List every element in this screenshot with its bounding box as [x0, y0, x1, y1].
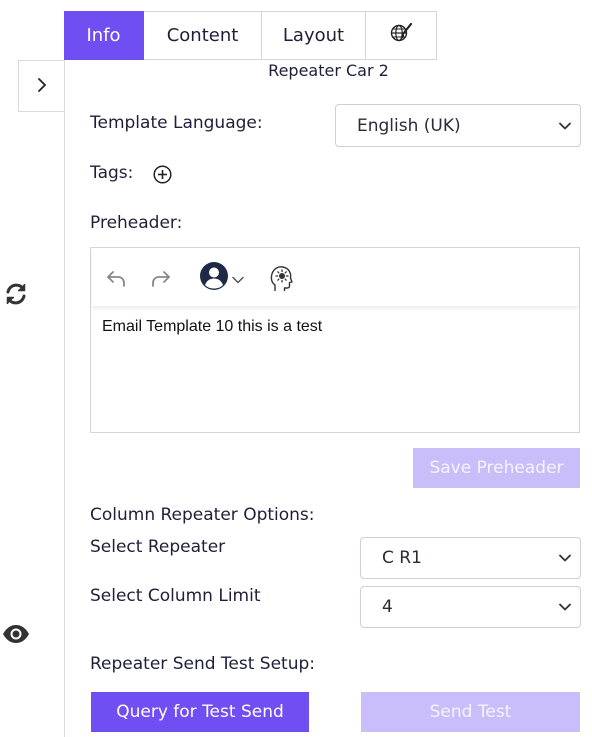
template-language-select[interactable]: English (UK) — [335, 104, 581, 147]
undo-icon[interactable] — [104, 266, 128, 290]
save-preheader-button[interactable]: Save Preheader — [413, 448, 580, 488]
repeater-send-test-setup-label: Repeater Send Test Setup: — [90, 654, 316, 674]
send-test-button[interactable]: Send Test — [361, 692, 580, 732]
info-panel: Repeater Car 2 Template Language: Englis… — [65, 60, 592, 737]
tab-layout[interactable]: Layout — [262, 11, 366, 60]
chevron-right-icon — [37, 77, 47, 96]
preheader-text[interactable]: Email Template 10 this is a test — [102, 318, 322, 336]
tab-info[interactable]: Info — [64, 11, 144, 60]
editor-tabs: Info Content Layout — [64, 11, 437, 60]
expand-panel-button[interactable] — [18, 60, 64, 112]
preheader-label: Preheader: — [90, 213, 183, 233]
template-language-value: English (UK) — [357, 115, 461, 136]
eye-icon[interactable] — [2, 620, 30, 648]
preheader-toolbar — [92, 249, 578, 306]
redo-icon[interactable] — [149, 266, 173, 290]
query-for-test-send-label: Query for Test Send — [116, 702, 284, 722]
tab-layout-label: Layout — [282, 25, 345, 46]
preheader-editor[interactable]: Email Template 10 this is a test — [90, 247, 580, 433]
tab-info-label: Info — [86, 25, 121, 46]
select-repeater-dropdown[interactable]: C R1 — [360, 537, 581, 579]
select-column-limit-dropdown[interactable]: 4 — [360, 586, 581, 628]
plus-circle-icon[interactable] — [152, 164, 172, 184]
user-circle-icon — [199, 261, 229, 295]
send-test-label: Send Test — [429, 702, 512, 722]
query-for-test-send-button[interactable]: Query for Test Send — [91, 692, 309, 732]
chevron-down-icon — [559, 120, 571, 132]
select-column-limit-label: Select Column Limit — [90, 586, 261, 606]
top-strip — [64, 0, 592, 4]
tab-content[interactable]: Content — [144, 11, 262, 60]
tab-style[interactable] — [366, 11, 437, 60]
ai-head-icon[interactable] — [267, 263, 295, 293]
select-column-limit-value: 4 — [382, 597, 393, 617]
tab-content-label: Content — [166, 25, 239, 46]
select-repeater-label: Select Repeater — [90, 537, 226, 557]
personalize-dropdown[interactable] — [196, 261, 246, 295]
save-preheader-label: Save Preheader — [429, 458, 564, 478]
tags-label: Tags: — [90, 163, 134, 183]
select-repeater-value: C R1 — [382, 548, 422, 568]
chevron-down-icon — [559, 552, 571, 564]
template-language-label: Template Language: — [90, 113, 263, 133]
template-name: Repeater Car 2 — [268, 61, 389, 80]
globe-brush-icon — [390, 22, 413, 49]
column-repeater-options-label: Column Repeater Options: — [90, 505, 315, 525]
left-rail — [0, 0, 64, 737]
refresh-icon[interactable] — [2, 280, 30, 308]
chevron-down-icon — [559, 601, 571, 613]
chevron-down-icon — [231, 269, 244, 288]
